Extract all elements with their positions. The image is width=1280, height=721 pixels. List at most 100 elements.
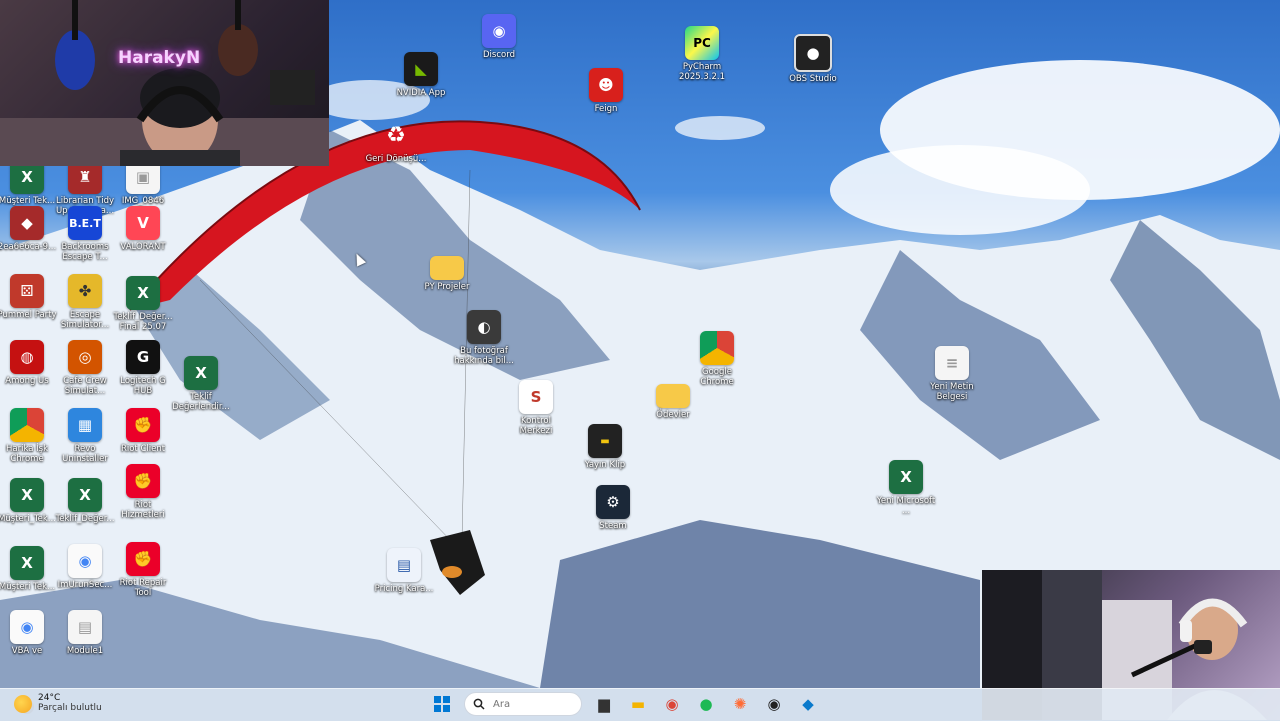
desktop-icon-label: Among Us bbox=[5, 376, 49, 386]
desktop-icon-teklif-deger[interactable]: X Teklif_Değer... bbox=[54, 478, 116, 524]
pycharm-icon: PC bbox=[685, 26, 719, 60]
discord-icon: ◉ bbox=[482, 14, 516, 48]
module1-icon: ▤ bbox=[68, 610, 102, 644]
desktop-icon-label: Feign bbox=[594, 104, 618, 114]
py-projeler-icon bbox=[430, 256, 464, 280]
taskbar-obs-button[interactable]: ◉ bbox=[762, 692, 786, 716]
desktop-icon-among-us[interactable]: ◍ Among Us bbox=[0, 340, 58, 386]
taskbar: 24°C Parçalı bulutlu ▆ ▬ ◉ ● ✺ ◉ ◆ bbox=[0, 688, 1280, 721]
logitech-icon: G bbox=[126, 340, 160, 374]
cafe-crew-icon: ◎ bbox=[68, 340, 102, 374]
desktop-icon-recycle-bin[interactable]: ♻ Geri Dönüşü... bbox=[365, 118, 427, 165]
desktop-icon-musteri-tek-mid[interactable]: X Müşteri_Tek... bbox=[0, 478, 58, 524]
taskbar-center: ▆ ▬ ◉ ● ✺ ◉ ◆ bbox=[430, 692, 820, 716]
desktop-icon-py-projeler[interactable]: PY Projeler bbox=[416, 250, 478, 292]
desktop-icon-pummel-party[interactable]: ⚄ Pummel Party bbox=[0, 274, 58, 320]
desktop-icon-label: ImUrunSec... bbox=[57, 580, 113, 590]
yeni-metin-icon: ≡ bbox=[935, 346, 969, 380]
desktop-icon-odevler[interactable]: Ödevler bbox=[642, 378, 704, 420]
desktop-icon-label: OBS Studio bbox=[789, 74, 837, 84]
desktop-icon-label: Pummel Party bbox=[0, 310, 57, 320]
harika-chrome-icon bbox=[10, 408, 44, 442]
taskbar-chrome-button[interactable]: ◉ bbox=[660, 692, 684, 716]
weather-temperature: 24°C bbox=[38, 693, 61, 703]
desktop-icon-revo[interactable]: ▦ Revo Uninstaller bbox=[54, 408, 116, 464]
taskbar-app-orange-button[interactable]: ✺ bbox=[728, 692, 752, 716]
game-9-icon: ◆ bbox=[10, 206, 44, 240]
desktop-icon-vba[interactable]: ◉ VBA ve bbox=[0, 610, 58, 656]
desktop-icon-bu-fotograf[interactable]: ◐ Bu fotoğraf hakkında bil... bbox=[453, 310, 515, 366]
desktop-icon-kontrol-merkezi[interactable]: S Kontrol Merkezi bbox=[505, 380, 567, 436]
desktop-icon-valorant[interactable]: V VALORANT bbox=[112, 206, 174, 252]
desktop-icon-label: Teklif_Değer... bbox=[55, 514, 115, 524]
desktop-icon-pycharm[interactable]: PC PyCharm 2025.3.2.1 bbox=[671, 26, 733, 82]
desktop-icon-escape-simulator[interactable]: ✤ Escape Simulator... bbox=[54, 274, 116, 330]
desktop-icon-logitech[interactable]: G Logitech G HUB bbox=[112, 340, 174, 396]
desktop-icon-musteri-tek-low[interactable]: X Müşteri Tek... bbox=[0, 546, 58, 592]
desktop-icon-img-0846[interactable]: ▣ IMG_0846 bbox=[112, 160, 174, 206]
spotify-icon: ● bbox=[699, 695, 713, 713]
desktop-icon-yeni-metin[interactable]: ≡ Yeni Metin Belgesi bbox=[921, 346, 983, 402]
taskbar-vscode-button[interactable]: ◆ bbox=[796, 692, 820, 716]
desktop-icon-feign[interactable]: ☻ Feign bbox=[575, 68, 637, 114]
desktop-icon-label: Müşteri_Tek... bbox=[0, 514, 56, 524]
desktop-icon-label: Teklif_Değer... Final 25.07 bbox=[113, 312, 173, 332]
weather-widget[interactable]: 24°C Parçalı bulutlu bbox=[14, 693, 102, 714]
desktop-icon-game-9[interactable]: ◆ 2ea6e6ca-9... bbox=[0, 206, 58, 252]
desktop-icon-harika-chrome[interactable]: Harika İşk Chrome bbox=[0, 408, 58, 464]
riot-hizmetleri-icon: ✊ bbox=[126, 464, 160, 498]
desktop-icon-teklif-degerlendir[interactable]: X Teklif Değerlendir... bbox=[170, 356, 232, 412]
pummel-party-icon: ⚄ bbox=[10, 274, 44, 308]
teklif-deger-icon: X bbox=[68, 478, 102, 512]
desktop-icon-label: 2ea6e6ca-9... bbox=[0, 242, 57, 252]
recycle-bin-icon: ♻ bbox=[386, 122, 406, 148]
search-input[interactable] bbox=[493, 698, 573, 710]
taskbar-spotify-button[interactable]: ● bbox=[694, 692, 718, 716]
desktop-icon-riot-client[interactable]: ✊ Riot Client bbox=[112, 408, 174, 454]
file-explorer-icon: ▬ bbox=[630, 695, 646, 713]
riot-client-icon: ✊ bbox=[126, 408, 160, 442]
taskbar-file-explorer-button[interactable]: ▬ bbox=[626, 692, 650, 716]
start-button[interactable] bbox=[430, 692, 454, 716]
revo-icon: ▦ bbox=[68, 408, 102, 442]
desktop-icon-cafe-crew[interactable]: ◎ Cafe Crew Simulat... bbox=[54, 340, 116, 396]
teklif-final-icon: X bbox=[126, 276, 160, 310]
desktop-icon-module1[interactable]: ▤ Module1 bbox=[54, 610, 116, 656]
desktop-icon-riot-hizmetleri[interactable]: ✊ Riot Hizmetleri bbox=[112, 464, 174, 520]
taskbar-apps: ▆ ▬ ◉ ● ✺ ◉ ◆ bbox=[592, 692, 820, 716]
desktop-icon-teklif-final[interactable]: X Teklif_Değer... Final 25.07 bbox=[112, 276, 174, 332]
windows-logo-icon bbox=[434, 696, 450, 712]
nvidia-icon: ◣ bbox=[404, 52, 438, 86]
desktop-icon-label: Riot Repair Tool bbox=[119, 578, 167, 598]
desktop-icon-obs[interactable]: ● OBS Studio bbox=[782, 34, 844, 84]
desktop-icon-label: Logitech G HUB bbox=[120, 376, 166, 396]
valorant-icon: V bbox=[126, 206, 160, 240]
chrome-icon: ◉ bbox=[665, 695, 679, 713]
escape-simulator-icon: ✤ bbox=[68, 274, 102, 308]
taskbar-search[interactable] bbox=[464, 692, 582, 716]
desktop-icon-discord[interactable]: ◉ Discord bbox=[468, 14, 530, 60]
weather-description: Parçalı bulutlu bbox=[38, 703, 102, 713]
google-chrome-icon bbox=[700, 331, 734, 365]
steam-icon: ⚙ bbox=[596, 485, 630, 519]
riot-repair-icon: ✊ bbox=[126, 542, 160, 576]
obs-icon: ● bbox=[794, 34, 832, 72]
desktop-icon-backrooms[interactable]: B.E.T Backrooms Escape T... bbox=[54, 206, 116, 262]
desktop-icon-musteri-tek-top[interactable]: X Müşteri Tek... bbox=[0, 160, 58, 206]
desktop-icon-pricing[interactable]: ▤ Pricing Kara... bbox=[373, 548, 435, 594]
desktop-icon-steam[interactable]: ⚙ Steam bbox=[582, 485, 644, 531]
desktop-icon-label: Harika İşk Chrome bbox=[6, 444, 48, 464]
desktop-icon-label: Teklif Değerlendir... bbox=[172, 392, 230, 412]
desktop-icon-yayin-klip[interactable]: ▬ Yayın Klip bbox=[574, 424, 636, 470]
task-view-icon: ▆ bbox=[598, 695, 610, 713]
webcam-scene-top bbox=[0, 0, 329, 166]
taskbar-task-view-button[interactable]: ▆ bbox=[592, 692, 616, 716]
musteri-tek-low-icon: X bbox=[10, 546, 44, 580]
desktop-icon-label: Yayın Klip bbox=[584, 460, 626, 470]
desktop-icon-nvidia[interactable]: ◣ NVIDIA App bbox=[390, 52, 452, 98]
desktop-icon-riot-repair[interactable]: ✊ Riot Repair Tool bbox=[112, 542, 174, 598]
desktop-icon-label: IMG_0846 bbox=[121, 196, 165, 206]
desktop-icon-urun-sec[interactable]: ◉ ImUrunSec... bbox=[54, 544, 116, 590]
desktop-icon-yeni-microsoft[interactable]: X Yeni Microsoft ... bbox=[875, 460, 937, 516]
webcam-overlay-top: HarakyN bbox=[0, 0, 329, 166]
